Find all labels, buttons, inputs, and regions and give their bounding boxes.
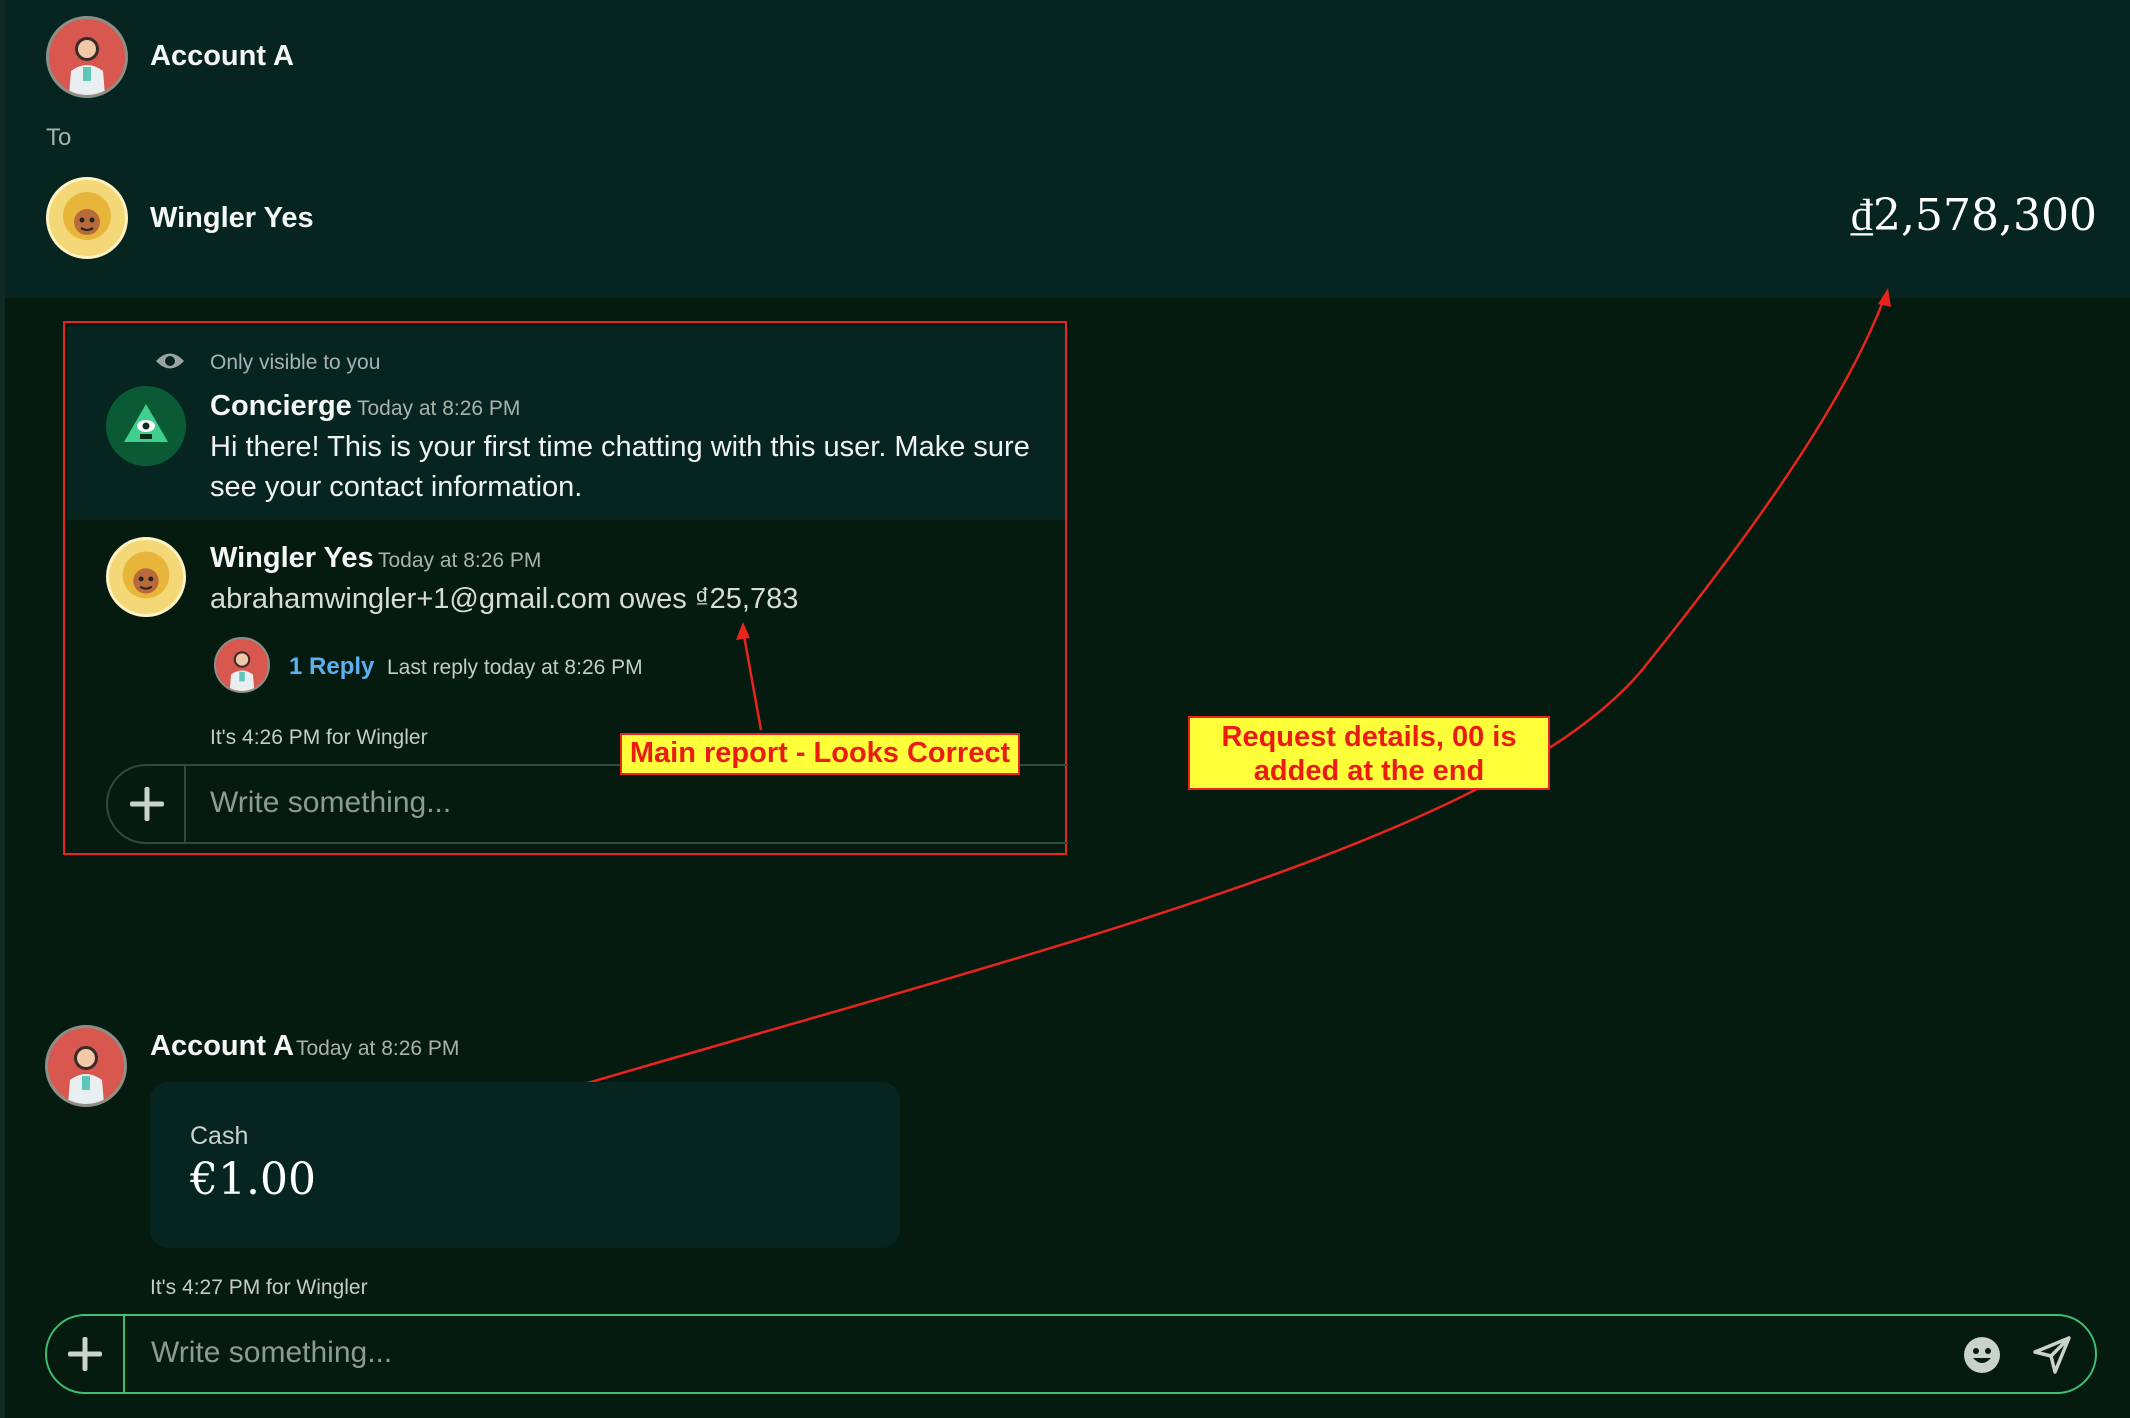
doctor-avatar-icon [68,1046,104,1104]
annotation-request-details: Request details, 00 is added at the end [1188,716,1550,790]
cash-request-card[interactable]: Cash €1.00 [150,1082,900,1248]
main-composer-placeholder[interactable]: Write something... [151,1336,392,1370]
request-time: Today at 8:26 PM [296,1037,460,1060]
request-sender-name: Account A [150,1030,294,1062]
emoji-icon[interactable] [1963,1336,2001,1374]
annotation-main-report: Main report - Looks Correct [620,733,1020,775]
request-local-time: It's 4:27 PM for Wingler [150,1276,368,1299]
main-composer[interactable]: Write something... [45,1314,2097,1394]
plus-icon [68,1337,102,1371]
cash-amount: €1.00 [190,1154,316,1205]
main-add-button[interactable] [47,1316,125,1392]
cash-label: Cash [190,1122,249,1150]
request-sender-avatar[interactable] [45,1025,127,1107]
send-icon[interactable] [2033,1336,2071,1374]
